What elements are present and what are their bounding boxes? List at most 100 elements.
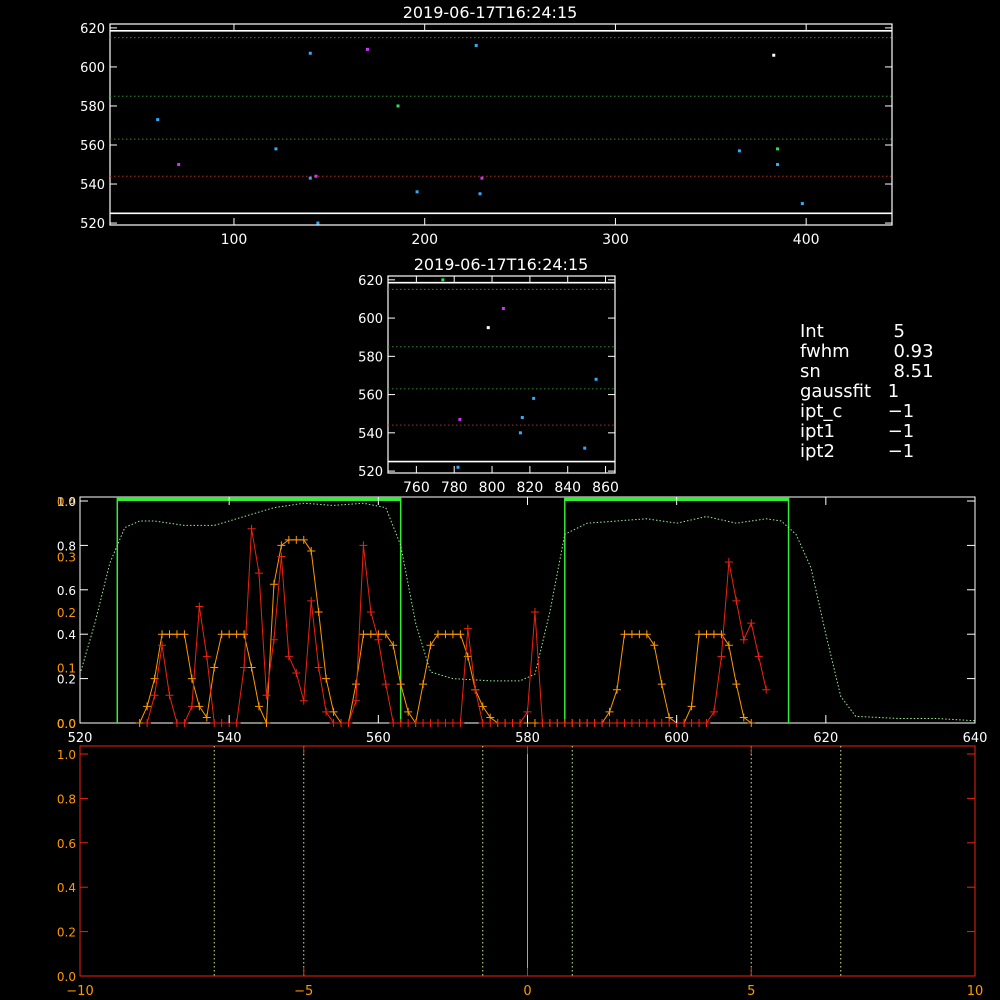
orange-series-marker	[613, 685, 621, 694]
info-row-gaussfit: gaussfit 1	[800, 382, 934, 402]
data-point	[474, 43, 478, 47]
data-point	[478, 192, 482, 196]
y-tick-label: 0.4	[57, 628, 76, 642]
orange-series-marker	[262, 719, 271, 727]
red-series-marker	[545, 719, 554, 727]
red-series-marker	[702, 719, 711, 727]
info-value: 1	[882, 381, 900, 402]
red-series-marker	[493, 719, 502, 727]
red-series-marker	[322, 707, 331, 716]
orange-series-marker	[165, 630, 174, 639]
red-series-marker	[627, 719, 636, 727]
y-tick-label: 600	[80, 61, 105, 76]
orange-series-marker	[441, 630, 450, 639]
orange-series-marker	[426, 641, 435, 650]
info-value: −1	[882, 401, 915, 422]
data-point	[776, 163, 780, 167]
x-tick-label: 800	[479, 480, 506, 496]
info-row-int: Int 5	[800, 322, 934, 342]
red-series-marker	[516, 719, 525, 727]
orange-series-marker	[217, 630, 226, 639]
info-key: gaussfit	[800, 381, 872, 402]
red-series-marker	[665, 719, 674, 727]
x-tick-label: 580	[515, 731, 540, 746]
red-series-marker	[598, 719, 607, 727]
data-point	[308, 51, 312, 55]
red-series-marker	[762, 685, 771, 694]
y-tick-label-secondary: 0.2	[57, 606, 76, 620]
red-series-marker	[739, 635, 748, 644]
data-point	[772, 53, 776, 57]
y-tick-label-secondary: 0.1	[57, 662, 76, 676]
orange-series-marker	[702, 630, 711, 639]
red-series-marker	[441, 719, 450, 727]
info-value: 8.51	[882, 361, 934, 382]
data-point	[415, 190, 419, 194]
red-series-marker	[389, 719, 398, 727]
info-row-ipt1: ipt1 −1	[800, 422, 934, 442]
y-tick-label: 0.0	[57, 970, 76, 984]
orange-series-marker	[747, 719, 756, 727]
y-tick-label: 1.0	[57, 748, 76, 762]
y-tick-label: 580	[358, 350, 383, 365]
orange-series-marker	[419, 680, 428, 689]
orange-series-marker	[448, 630, 457, 639]
data-point	[316, 221, 320, 225]
data-point	[456, 465, 460, 469]
red-series-marker	[687, 719, 696, 727]
red-series-marker	[299, 696, 308, 705]
orange-series-marker	[732, 680, 741, 689]
red-series-marker	[724, 558, 733, 567]
orange-series-marker	[277, 541, 286, 550]
orange-series-marker	[329, 707, 338, 716]
info-value: 0.93	[882, 341, 934, 362]
red-series-marker	[202, 652, 211, 661]
red-series-line	[146, 528, 767, 724]
red-series-marker	[642, 719, 651, 727]
info-row-ipt2: ipt2 −1	[800, 442, 934, 462]
red-series-marker	[568, 719, 577, 727]
red-series-marker	[374, 635, 383, 644]
info-box: Int 5 fwhm 0.93 sn 8.51 gaussfit 1 ipt_c…	[800, 322, 934, 462]
red-series-marker	[620, 719, 629, 727]
y-tick-label: 0.4	[57, 881, 76, 895]
orange-series-marker	[307, 546, 316, 555]
data-point	[441, 278, 445, 282]
red-series-marker	[650, 719, 659, 727]
middle-scatter-panel: 2019-06-17T16:24:15 760 780 800 820 840 860 52…	[358, 255, 619, 496]
data-point	[274, 147, 278, 151]
data-point	[800, 202, 804, 206]
x-tick-label: −5	[294, 984, 313, 999]
info-key: Int	[800, 321, 824, 342]
data-point	[486, 326, 490, 330]
info-value: −1	[882, 421, 915, 442]
red-series-marker	[247, 524, 256, 533]
info-row-fwhm: fwhm 0.93	[800, 342, 934, 362]
data-point	[583, 446, 587, 450]
orange-series-marker	[135, 719, 144, 727]
data-point	[365, 47, 369, 51]
red-series-marker	[486, 719, 495, 727]
red-series-marker	[172, 719, 181, 727]
top-scatter-panel: 2019-06-17T16:24:15 100 200 300 400 520 540 56…	[80, 3, 893, 248]
red-series-marker	[240, 663, 249, 672]
orange-series-marker	[255, 702, 263, 711]
orange-series-marker	[396, 680, 405, 689]
data-point	[396, 104, 400, 108]
orange-series-marker	[605, 707, 614, 716]
data-point	[156, 118, 160, 122]
red-series-marker	[314, 663, 323, 672]
red-series-marker	[255, 569, 263, 578]
y-tick-label-secondary: 0.4	[57, 495, 76, 509]
red-series-marker	[508, 719, 517, 727]
red-series-marker	[434, 719, 442, 727]
info-key: ipt_c	[800, 401, 843, 422]
orange-series-marker	[366, 630, 375, 639]
red-series-marker	[426, 719, 435, 727]
orange-series-marker	[284, 535, 293, 544]
info-row-ipt-c: ipt_c −1	[800, 402, 934, 422]
orange-series-marker	[232, 630, 241, 639]
orange-series-marker	[158, 630, 167, 639]
red-series-marker	[448, 719, 457, 727]
data-point	[737, 149, 741, 153]
